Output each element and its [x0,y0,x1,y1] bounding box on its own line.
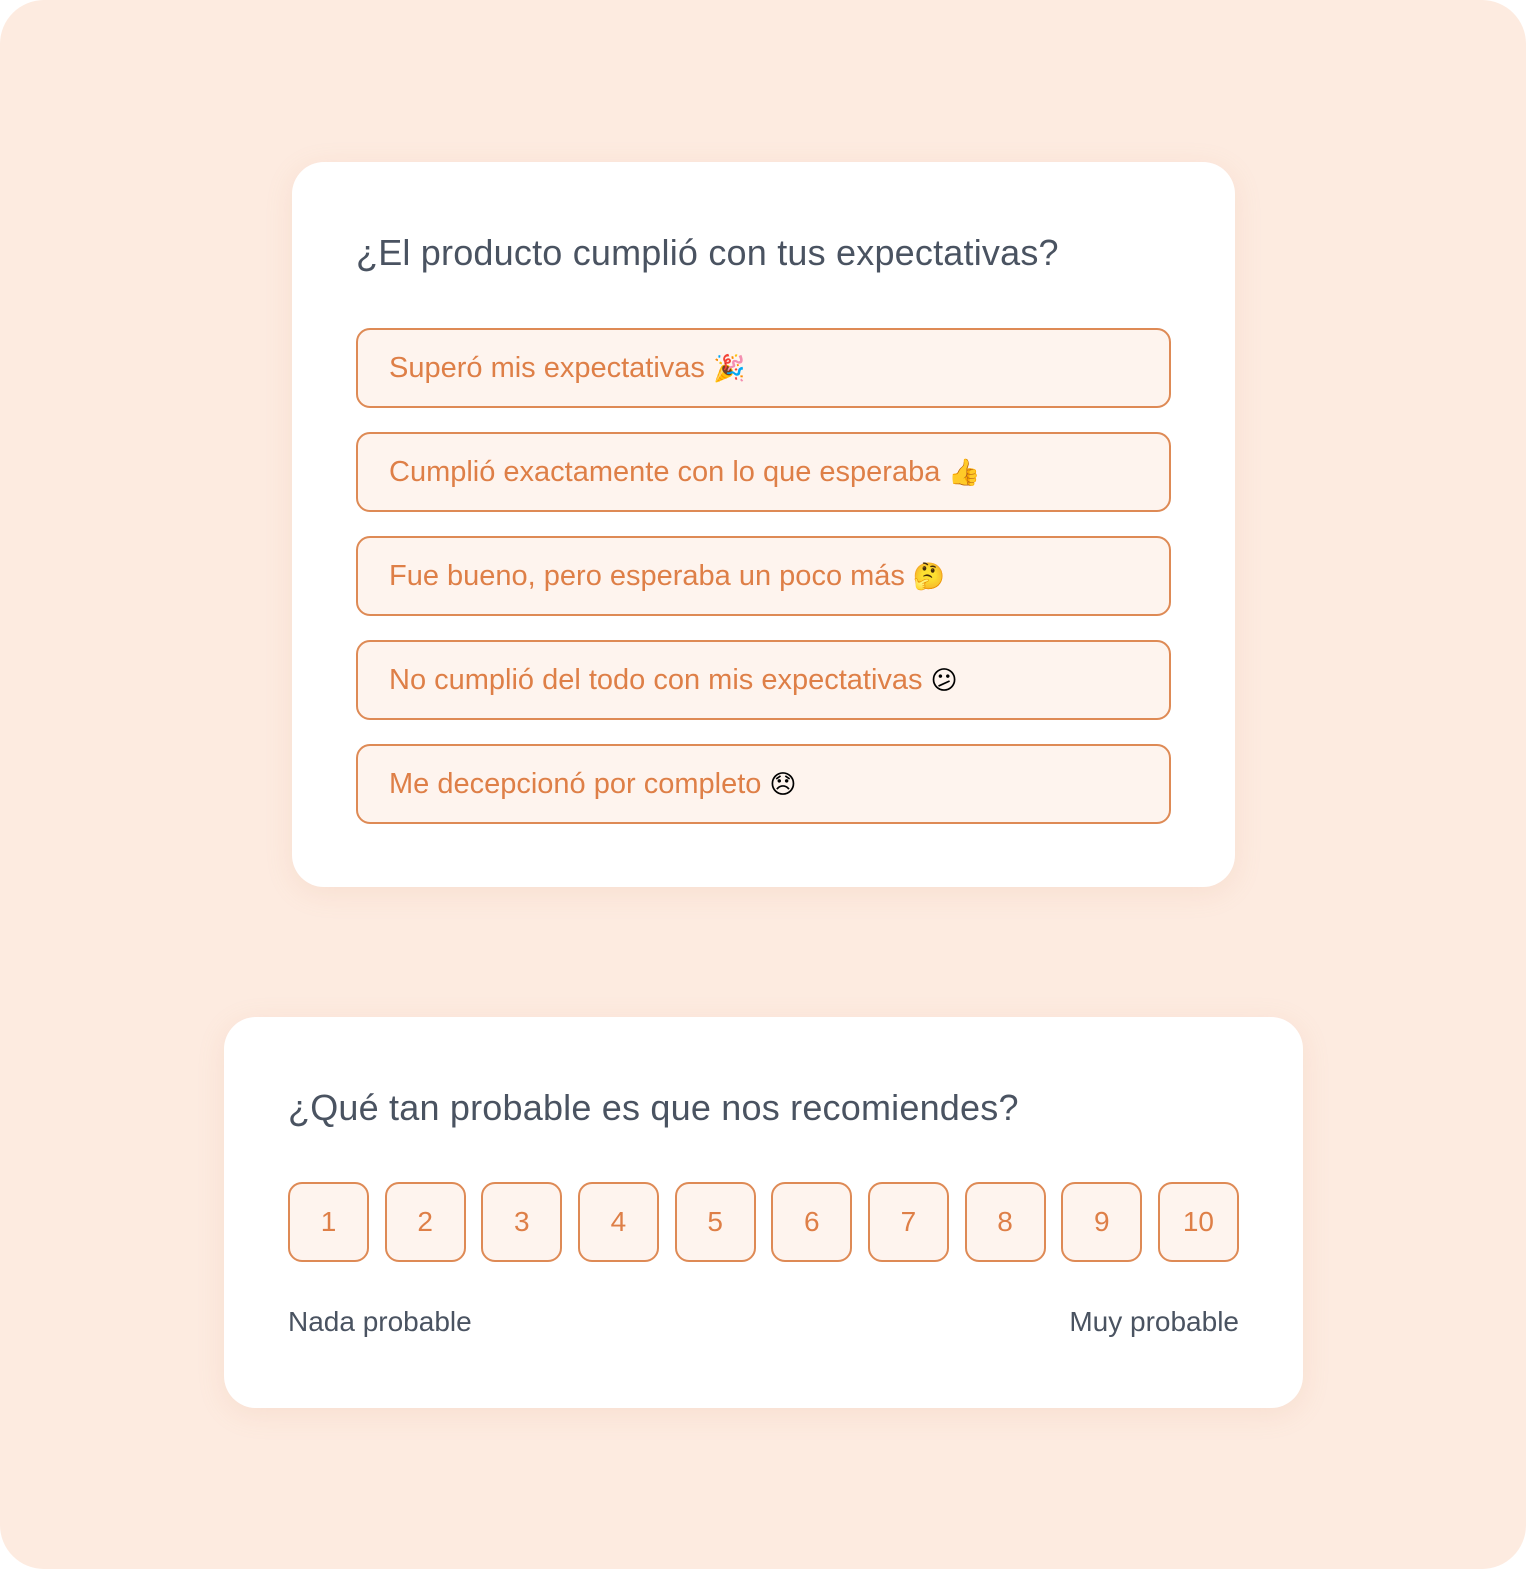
option-exceeded-expectations[interactable]: Superó mis expectativas 🎉 [356,328,1171,408]
option-label: Superó mis expectativas [389,351,705,384]
expectations-question: ¿El producto cumplió con tus expectativa… [356,232,1059,273]
rating-button-7[interactable]: 7 [867,1182,949,1262]
option-label: Fue bueno, pero esperaba un poco más [389,559,905,592]
option-completely-disappointed[interactable]: Me decepcionó por completo 😞 [356,744,1171,824]
thumbs-up-icon: 👍 [948,457,981,487]
confused-face-icon: 😕 [930,665,958,695]
scale-high-label: Muy probable [1069,1306,1239,1337]
option-label: Me decepcionó por completo [389,767,762,800]
rating-button-3[interactable]: 3 [481,1182,563,1262]
rating-button-2[interactable]: 2 [384,1182,466,1262]
rating-scale: 1 2 3 4 5 6 7 8 9 10 [288,1182,1239,1262]
option-not-fully-met[interactable]: No cumplió del todo con mis expectativas… [356,640,1171,720]
rating-value: 7 [900,1206,917,1237]
option-good-expected-more[interactable]: Fue bueno, pero esperaba un poco más 🤔 [356,536,1171,616]
rating-value: 1 [320,1206,337,1237]
rating-button-10[interactable]: 10 [1157,1182,1239,1262]
option-label: Cumplió exactamente con lo que esperaba [389,455,941,488]
rating-value: 4 [610,1206,627,1237]
party-popper-icon: 🎉 [712,353,746,383]
rating-value: 5 [707,1206,723,1237]
option-met-expectations[interactable]: Cumplió exactamente con lo que esperaba … [356,432,1171,512]
rating-value: 10 [1182,1206,1214,1237]
scale-low-label: Nada probable [288,1306,472,1337]
option-label: No cumplió del todo con mis expectativas [389,663,923,696]
rating-value: 3 [514,1206,530,1237]
rating-button-4[interactable]: 4 [577,1182,659,1262]
rating-value: 6 [803,1206,820,1237]
rating-button-9[interactable]: 9 [1061,1182,1143,1262]
rating-value: 2 [417,1206,433,1237]
expectations-options-list: Superó mis expectativas 🎉 Cumplió exacta… [356,328,1171,848]
recommend-survey-card: ¿Qué tan probable es que nos recomiendes… [224,1017,1303,1408]
recommend-question: ¿Qué tan probable es que nos recomiendes… [288,1087,1019,1128]
rating-button-6[interactable]: 6 [771,1182,853,1262]
rating-value: 9 [1093,1206,1110,1237]
page-background: ¿El producto cumplió con tus expectativa… [0,0,1526,1569]
disappointed-face-icon: 😞 [769,769,797,799]
rating-button-8[interactable]: 8 [964,1182,1046,1262]
thinking-face-icon: 🤔 [912,561,946,591]
expectations-survey-card: ¿El producto cumplió con tus expectativa… [292,162,1235,887]
rating-button-1[interactable]: 1 [288,1182,369,1262]
rating-button-5[interactable]: 5 [674,1182,756,1262]
rating-value: 8 [997,1206,1013,1237]
